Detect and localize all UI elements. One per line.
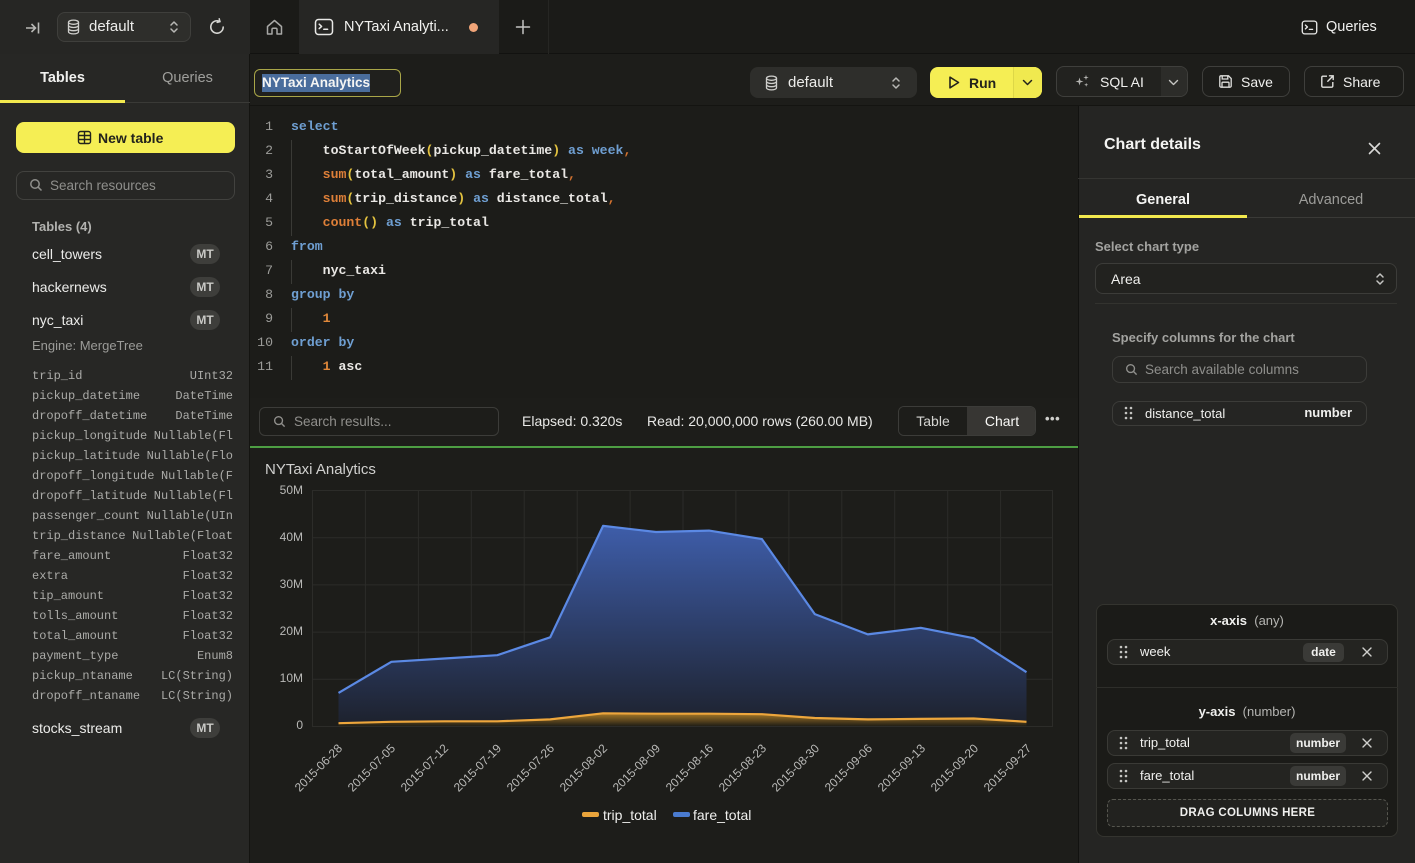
svg-text:0: 0 (296, 718, 303, 732)
svg-text:2015-09-06: 2015-09-06 (822, 741, 876, 795)
svg-text:2015-09-13: 2015-09-13 (875, 741, 929, 795)
svg-text:2015-08-02: 2015-08-02 (557, 741, 611, 795)
svg-text:40M: 40M (280, 530, 303, 544)
svg-text:NYTaxi Analytics: NYTaxi Analytics (265, 461, 376, 478)
svg-text:2015-09-27: 2015-09-27 (981, 741, 1035, 795)
svg-text:2015-08-16: 2015-08-16 (663, 741, 717, 795)
svg-text:2015-07-19: 2015-07-19 (451, 741, 505, 795)
svg-text:50M: 50M (280, 483, 303, 497)
svg-text:2015-08-30: 2015-08-30 (769, 741, 823, 795)
svg-text:30M: 30M (280, 577, 303, 591)
svg-text:trip_total: trip_total (603, 807, 657, 823)
svg-text:2015-07-12: 2015-07-12 (398, 741, 452, 795)
svg-text:2015-09-20: 2015-09-20 (928, 741, 982, 795)
svg-text:2015-06-28: 2015-06-28 (292, 741, 346, 795)
svg-text:2015-07-05: 2015-07-05 (345, 741, 399, 795)
svg-text:20M: 20M (280, 624, 303, 638)
svg-text:2015-07-26: 2015-07-26 (504, 741, 558, 795)
svg-text:10M: 10M (280, 671, 303, 685)
svg-text:2015-08-23: 2015-08-23 (716, 741, 770, 795)
svg-text:2015-08-09: 2015-08-09 (610, 741, 664, 795)
svg-text:fare_total: fare_total (693, 807, 751, 823)
